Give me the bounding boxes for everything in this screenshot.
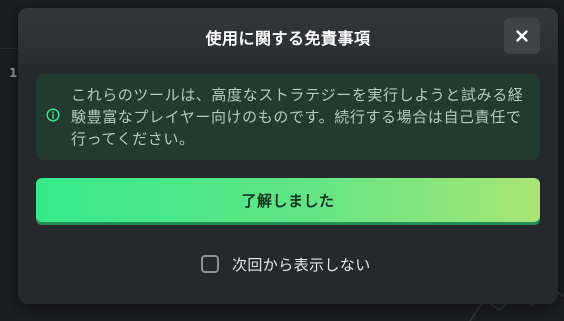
disclaimer-dialog: 使用に関する免責事項 これらのツールは、高度なストラテジーを実行しようと試みる経…	[18, 8, 558, 304]
acknowledge-button[interactable]: 了解しました	[36, 178, 540, 222]
dont-show-again-label: 次回から表示しない	[232, 255, 371, 274]
dont-show-again-option[interactable]: 次回から表示しない	[201, 253, 371, 275]
info-icon	[46, 108, 60, 122]
close-button[interactable]	[504, 18, 540, 54]
disclaimer-notice: これらのツールは、高度なストラテジーを実行しようと試みる経験豊富なプレイヤー向け…	[36, 74, 540, 160]
disclaimer-text: これらのツールは、高度なストラテジーを実行しようと試みる経験豊富なプレイヤー向け…	[71, 86, 524, 148]
close-icon	[516, 30, 528, 42]
dont-show-again-checkbox[interactable]	[201, 255, 219, 273]
dialog-header: 使用に関する免責事項	[18, 8, 558, 64]
acknowledge-label: 了解しました	[241, 191, 335, 210]
dialog-title: 使用に関する免責事項	[205, 29, 371, 48]
